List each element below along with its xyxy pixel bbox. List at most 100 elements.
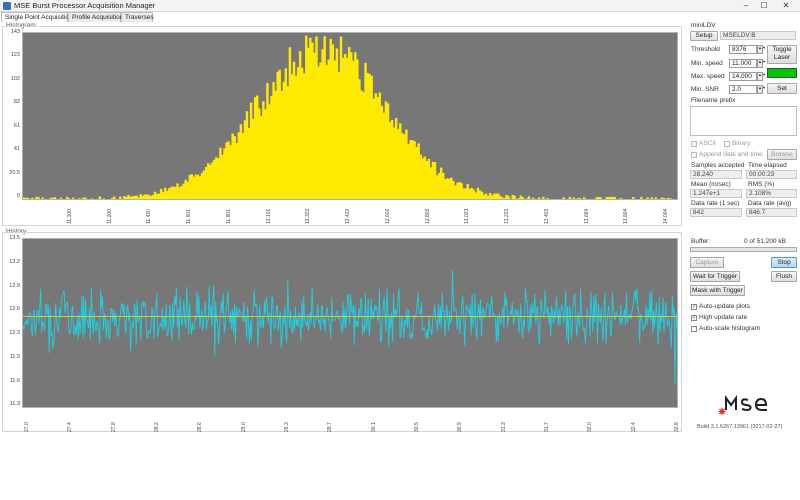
rms-value: 2.108% [746,189,797,198]
append-date-label: Append date and time [699,151,763,158]
histogram-bar [41,197,44,199]
histogram-x-tick-label: 12.322 [305,208,312,224]
history-x-tick-label: 28.2 [154,422,160,432]
rms-label: RMS (%) [748,181,775,188]
stop-button[interactable]: Stop [771,257,797,268]
data-rate-avg-value: 846.7 [746,208,797,217]
history-series-line [22,270,678,385]
auto-update-plots-label: Auto-update plots [699,303,750,310]
auto-update-plots-checkbox[interactable]: ✓ [691,304,697,310]
history-x-tick-label: 27.0 [24,422,30,432]
threshold-label: Threshold [691,46,720,53]
high-update-rate-checkbox[interactable]: ✓ [691,315,697,321]
samples-accepted-label: Samples accepted [691,162,745,169]
history-x-tick-label: 29.0 [240,422,247,432]
histogram-bar [662,197,666,199]
histogram-y-tick-label: 0 [16,193,20,200]
history-x-tick-label: 32.8 [674,422,680,432]
laser-status-indicator [767,68,797,78]
history-x-tick-label: 31.3 [500,422,507,432]
min-snr-label: Min. SNR [691,86,719,93]
histogram-bar [98,196,102,199]
history-x-tick-label: 30.9 [457,422,464,432]
min-snr-spinner-icon[interactable]: ▲▼ [757,85,766,94]
binary-checkbox[interactable] [724,141,730,147]
histogram-bar [572,197,576,199]
histogram-bar [646,197,649,199]
histogram-bar [78,198,81,199]
browse-button[interactable]: Browse [767,149,797,160]
tab-traverses[interactable]: Traverses [121,12,154,22]
threshold-spinner-icon[interactable]: ▲▼ [757,45,766,54]
flush-button[interactable]: Flush [771,271,797,282]
history-x-tick-label: 27.4 [67,422,74,432]
mask-with-trigger-button[interactable]: Mask with Trigger [690,285,745,296]
history-y-tick-label: 11.6 [9,377,20,384]
histogram-x-tick-label: 13.403 [543,208,550,224]
toggle-laser-button[interactable]: Toggle Laser [767,45,797,64]
histogram-chart [23,35,672,200]
histogram-x-tick-label: 11.601 [186,209,193,224]
histogram-bar [578,198,582,199]
auto-scale-histogram-checkbox[interactable] [691,326,697,332]
tab-single-point-acquisition[interactable]: Single Point Acquisition [1,12,73,22]
histogram-bar [538,197,541,199]
min-snr-input[interactable]: 2.0 [729,85,757,94]
history-y-tick-label: 11.3 [9,401,20,408]
append-date-checkbox[interactable] [691,152,697,158]
min-speed-spinner-icon[interactable]: ▲▼ [757,59,766,68]
histogram-bar [59,197,63,199]
history-x-tick-label: 29.3 [284,422,290,432]
histogram-bar [53,197,57,199]
setup-button[interactable]: Setup [690,31,718,41]
histogram-x-tick-label: 11.200 [106,209,113,224]
data-rate-avg-label: Data rate (avg) [748,200,792,207]
max-speed-spinner-icon[interactable]: ▲▼ [757,72,766,81]
history-y-tick-label: 12.6 [9,306,20,313]
history-x-tick-label: 32.0 [587,422,594,432]
filename-prefix-input[interactable] [690,106,797,136]
history-x-tick-label: 30.5 [414,422,420,432]
history-y-tick-label: 13.5 [9,235,20,241]
histogram-y-tick-label: 123 [10,52,20,59]
filename-prefix-label: Filename prefix [691,97,736,104]
histogram-x-tick-label: 12.602 [384,208,391,224]
histogram-bar [668,198,672,199]
histogram-bar [513,195,516,199]
history-y-tick-label: 12.9 [9,282,20,289]
histogram-bar [568,196,572,199]
histogram-bar [67,198,71,199]
histogram-bar [507,196,510,199]
min-speed-input[interactable]: 11.000 [729,59,757,68]
histogram-bar [582,197,586,199]
ascii-checkbox[interactable] [691,141,697,147]
set-button[interactable]: Set [767,83,797,94]
histogram-bar [112,196,116,199]
samples-accepted-value: 28,240 [690,170,742,179]
buffer-progress-bar [690,247,797,252]
capture-button[interactable]: Capture [690,257,724,268]
histogram-bar [613,196,617,199]
title-bar: MSE Burst Processor Acquisition Manager … [0,0,800,12]
window-title: MSE Burst Processor Acquisition Manager [14,1,156,10]
threshold-input[interactable]: 8376 [729,45,757,54]
minimize-icon[interactable]: – [737,0,755,12]
histogram-y-tick-label: 41 [13,146,20,153]
history-x-tick-label: 31.7 [544,422,550,432]
data-rate-1s-value: 842 [690,208,742,217]
close-icon[interactable]: ✕ [776,0,796,12]
max-speed-label: Max. speed [691,73,725,80]
wait-for-trigger-button[interactable]: Wait for Trigger [690,271,740,282]
history-y-tick-label: 13.2 [9,258,20,265]
mean-value: 1.247e+1 [690,189,742,198]
maximize-icon[interactable]: ☐ [755,0,773,12]
app-icon [3,2,11,10]
histogram-bar [27,197,30,199]
mse-logo-icon [718,394,768,415]
history-x-tick-label: 30.1 [370,422,377,432]
histogram-y-tick-label: 82 [13,99,20,106]
binary-label: Binary [732,140,751,147]
max-speed-input[interactable]: 14.000 [729,72,757,81]
history-chart [22,270,678,385]
tab-profile-acquisition[interactable]: Profile Acquisition [68,12,123,22]
